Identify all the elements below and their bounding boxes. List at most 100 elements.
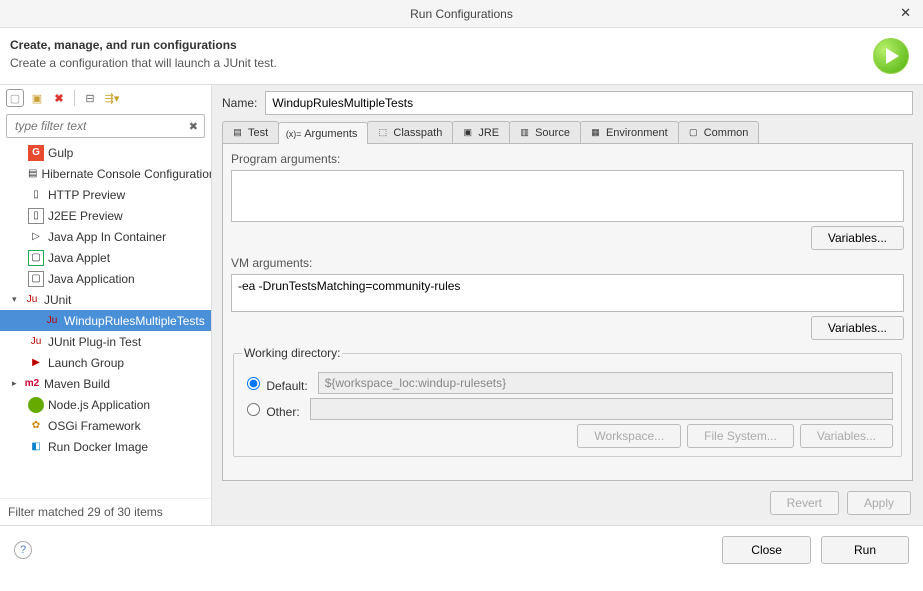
type-icon: Ju xyxy=(28,334,44,350)
tab-label: Source xyxy=(535,127,570,139)
tab-icon: ▣ xyxy=(461,126,474,139)
program-args-label: Program arguments: xyxy=(231,152,904,166)
tree-toolbar: ▢ ▣ ✖ ⊟ ⇶▾ xyxy=(0,85,211,112)
chevron-icon: ▾ xyxy=(12,294,22,305)
tree-item-label: Java Applet xyxy=(48,251,110,265)
tab-classpath[interactable]: ⬚Classpath xyxy=(367,121,453,143)
tree-item[interactable]: Node.js Application xyxy=(0,394,211,415)
tree-item-junit[interactable]: ▾Ju JUnit xyxy=(0,289,211,310)
tab-icon: ⬚ xyxy=(376,126,389,139)
tree-item-junit-config[interactable]: JuWindupRulesMultipleTests xyxy=(0,310,211,331)
header-subtitle: Create a configuration that will launch … xyxy=(10,56,873,70)
wd-default-radio-label[interactable]: Default: xyxy=(242,374,308,393)
duplicate-config-button[interactable]: ▣ xyxy=(28,89,46,107)
type-icon: ▯ xyxy=(28,187,44,203)
tab-label: Environment xyxy=(606,127,668,139)
header: Create, manage, and run configurations C… xyxy=(0,28,923,85)
close-button[interactable]: Close xyxy=(722,536,811,564)
type-icon: ◧ xyxy=(28,439,44,455)
working-directory-legend: Working directory: xyxy=(242,346,342,360)
tab-label: Common xyxy=(704,127,749,139)
type-icon: ✿ xyxy=(28,418,44,434)
filter-input-wrap[interactable]: ✖ xyxy=(6,114,205,138)
tree-item[interactable]: ▶ Launch Group xyxy=(0,352,211,373)
help-icon[interactable]: ? xyxy=(14,541,32,559)
tree-item[interactable]: ▯HTTP Preview xyxy=(0,184,211,205)
new-config-button[interactable]: ▢ xyxy=(6,89,24,107)
window-title: Run Configurations xyxy=(410,7,513,21)
wd-other-radio-label[interactable]: Other: xyxy=(242,400,300,419)
tab-icon: ▦ xyxy=(589,126,602,139)
toolbar-separator xyxy=(74,90,75,106)
apply-button[interactable]: Apply xyxy=(847,491,911,515)
tree-item-label: JUnit xyxy=(44,293,71,307)
name-label: Name: xyxy=(222,96,257,110)
tree-item-label: Run Docker Image xyxy=(48,440,148,454)
type-icon: ▶ xyxy=(28,355,44,371)
header-title: Create, manage, and run configurations xyxy=(10,38,873,52)
wd-default-radio[interactable] xyxy=(247,377,260,390)
wd-workspace-button[interactable]: Workspace... xyxy=(577,424,681,448)
working-directory-group: Working directory: Default: Other: xyxy=(233,346,902,457)
filter-button[interactable]: ⇶▾ xyxy=(103,89,121,107)
tree-item-label: Launch Group xyxy=(48,356,124,370)
chevron-icon: ▸ xyxy=(12,378,22,389)
wd-other-value xyxy=(310,398,893,420)
tab-common[interactable]: ▢Common xyxy=(678,121,760,143)
run-icon xyxy=(873,38,909,74)
vm-args-variables-button[interactable]: Variables... xyxy=(811,316,904,340)
tree-item[interactable]: ▸m2Maven Build xyxy=(0,373,211,394)
tree-item-label: OSGi Framework xyxy=(48,419,141,433)
tree-item[interactable]: ▯J2EE Preview xyxy=(0,205,211,226)
junit-icon: Ju xyxy=(24,292,40,308)
tab-icon: (x)= xyxy=(287,127,300,140)
filter-input[interactable] xyxy=(13,118,189,134)
left-pane: ▢ ▣ ✖ ⊟ ⇶▾ ✖ G Gulp ▤Hibernate Console Con… xyxy=(0,85,212,525)
tree-item-label: Java Application xyxy=(48,272,135,286)
tree-item[interactable]: ▤Hibernate Console Configuration xyxy=(0,163,211,184)
clear-filter-icon[interactable]: ✖ xyxy=(189,120,198,133)
tree-item[interactable]: ▢ Java Applet xyxy=(0,247,211,268)
tab-label: Arguments xyxy=(304,128,357,140)
revert-button[interactable]: Revert xyxy=(770,491,839,515)
wd-default-value xyxy=(318,372,893,394)
vm-args-label: VM arguments: xyxy=(231,256,904,270)
config-tree[interactable]: G Gulp ▤Hibernate Console Configuration▯HT… xyxy=(0,140,211,498)
type-icon: ▢ xyxy=(28,250,44,266)
tree-item[interactable]: ▢ Java Application xyxy=(0,268,211,289)
tree-item-label: J2EE Preview xyxy=(48,209,123,223)
wd-variables-button[interactable]: Variables... xyxy=(800,424,893,448)
run-button[interactable]: Run xyxy=(821,536,909,564)
tree-item-label: WindupRulesMultipleTests xyxy=(64,314,205,328)
tab-source[interactable]: ▥ Source xyxy=(509,121,581,143)
type-icon: ▢ xyxy=(28,271,44,287)
type-icon: m2 xyxy=(24,376,40,392)
type-icon: G xyxy=(28,145,44,161)
tab-test[interactable]: ▤Test xyxy=(222,121,279,143)
tree-item[interactable]: ✿ OSGi Framework xyxy=(0,415,211,436)
tree-item[interactable]: ◧ Run Docker Image xyxy=(0,436,211,457)
wd-filesystem-button[interactable]: File System... xyxy=(687,424,794,448)
tab-jre[interactable]: ▣JRE xyxy=(452,121,510,143)
name-input[interactable] xyxy=(265,91,913,115)
type-icon: ▷ xyxy=(28,229,44,245)
close-icon[interactable]: ✕ xyxy=(896,5,915,21)
tree-item[interactable]: JuJUnit Plug-in Test xyxy=(0,331,211,352)
filter-status: Filter matched 29 of 30 items xyxy=(0,498,211,525)
bottom-bar: ? Close Run xyxy=(0,525,923,574)
program-args-input[interactable] xyxy=(231,170,904,222)
tree-item[interactable]: ▷Java App In Container xyxy=(0,226,211,247)
tab-label: Test xyxy=(248,127,268,139)
wd-other-radio[interactable] xyxy=(247,403,260,416)
tree-item[interactable]: G Gulp xyxy=(0,142,211,163)
tab-icon: ▥ xyxy=(518,126,531,139)
tree-item-label: Gulp xyxy=(48,146,73,160)
collapse-all-button[interactable]: ⊟ xyxy=(81,89,99,107)
vm-args-input[interactable]: -ea -DrunTestsMatching=community-rules xyxy=(231,274,904,312)
titlebar: Run Configurations ✕ xyxy=(0,0,923,28)
delete-config-button[interactable]: ✖ xyxy=(50,89,68,107)
tab-environment[interactable]: ▦ Environment xyxy=(580,121,679,143)
tab-arguments[interactable]: (x)= Arguments xyxy=(278,122,368,144)
program-args-variables-button[interactable]: Variables... xyxy=(811,226,904,250)
tabbar: ▤Test (x)= Arguments ⬚Classpath▣JRE ▥ Source ▦… xyxy=(222,121,913,144)
